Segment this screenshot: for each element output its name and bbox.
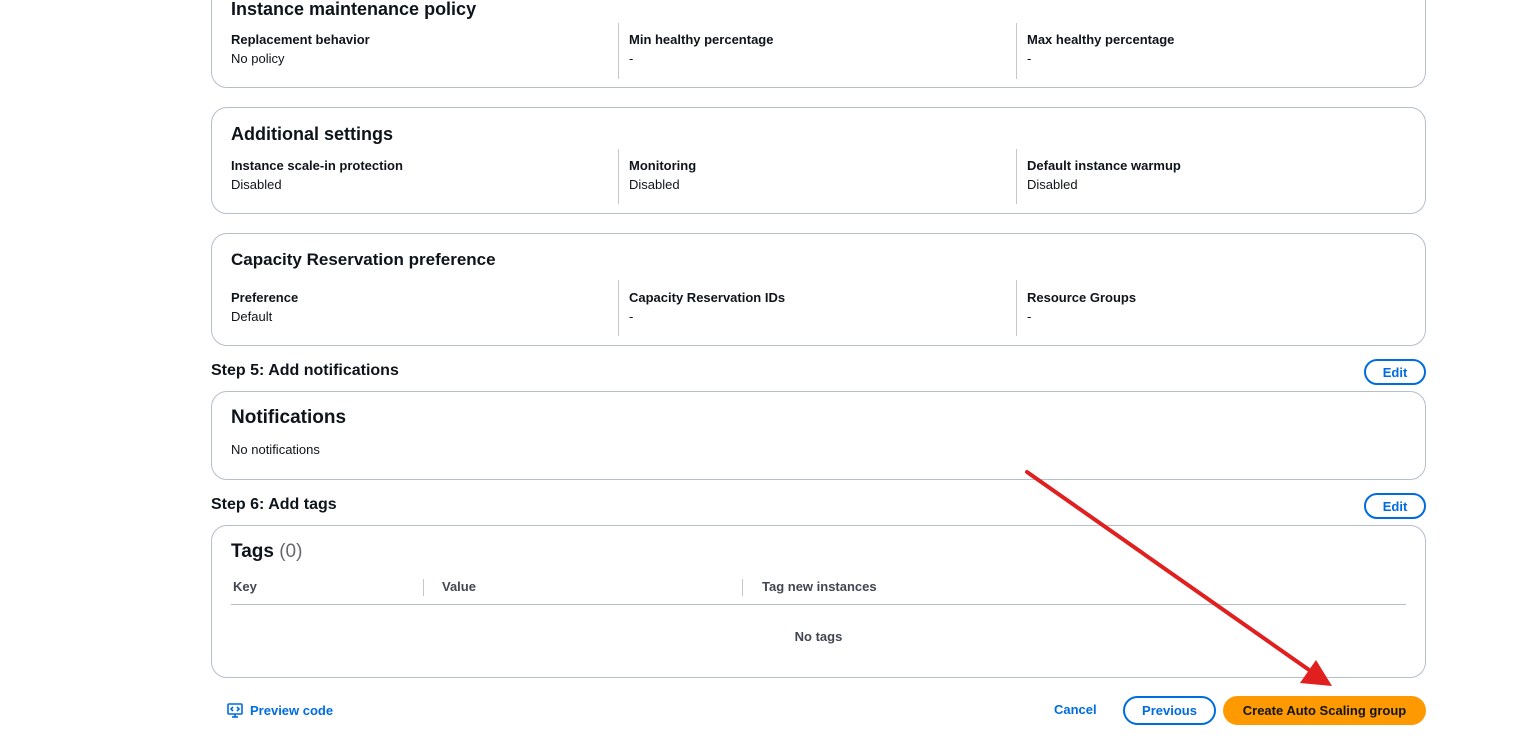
step6-edit-button[interactable]: Edit [1364,493,1426,519]
no-notifications-text: No notifications [231,442,320,457]
step5-title: Step 5: Add notifications [211,362,399,379]
field-label: Replacement behavior [231,32,370,47]
field-label: Default instance warmup [1027,158,1181,173]
cancel-button[interactable]: Cancel [1054,702,1097,717]
field-scale-in-protection: Instance scale-in protection Disabled [231,158,609,193]
column-divider [1016,149,1017,204]
field-label: Max healthy percentage [1027,32,1175,47]
field-value: - [1027,309,1032,324]
field-value: Disabled [629,177,680,192]
previous-button[interactable]: Previous [1123,696,1216,725]
notifications-card: Notifications No notifications [211,391,1426,480]
tags-count: (0) [279,541,303,562]
column-divider [618,280,619,336]
field-label: Preference [231,290,299,305]
column-header-tag-new-instances[interactable]: Tag new instances [762,579,877,594]
field-label: Capacity Reservation IDs [629,290,786,305]
card-title: Tags (0) [231,541,302,563]
field-value: Disabled [1027,177,1078,192]
step6-title: Step 6: Add tags [211,496,337,513]
column-divider [618,23,619,79]
field-resource-groups: Resource Groups - [1027,290,1405,325]
tags-title: Tags [231,541,274,562]
column-header-value[interactable]: Value [442,579,476,594]
preview-code-label: Preview code [250,702,334,718]
column-divider [1016,280,1017,336]
tags-card: Tags (0) Key Value Tag new instances No … [211,525,1426,678]
field-value: No policy [231,51,285,66]
card-title: Additional settings [231,124,393,144]
field-label: Resource Groups [1027,290,1137,305]
field-label: Instance scale-in protection [231,158,403,173]
preview-code-link[interactable]: Preview code [227,702,333,718]
field-monitoring: Monitoring Disabled [629,158,1007,193]
additional-settings-card: Additional settings Instance scale-in pr… [211,107,1426,214]
field-default-warmup: Default instance warmup Disabled [1027,158,1405,193]
column-divider [1016,23,1017,79]
column-header-key[interactable]: Key [233,579,257,594]
field-preference: Preference Default [231,290,609,325]
step5-edit-button[interactable]: Edit [1364,359,1426,385]
field-value: - [629,309,634,324]
column-divider [742,579,743,596]
no-tags-text: No tags [794,629,843,644]
field-replacement-behavior: Replacement behavior No policy [231,32,609,67]
capacity-reservation-card: Capacity Reservation preference Preferen… [211,233,1426,346]
field-max-healthy: Max healthy percentage - [1027,32,1405,67]
column-divider [618,149,619,204]
maintenance-policy-card: Instance maintenance policy Replacement … [211,0,1426,88]
field-label: Monitoring [629,158,697,173]
field-label: Min healthy percentage [629,32,774,47]
field-value: Disabled [231,177,282,192]
column-divider [423,579,424,596]
create-auto-scaling-group-button[interactable]: Create Auto Scaling group [1223,696,1426,725]
field-value: - [1027,51,1032,66]
table-header-rule [231,604,1406,605]
code-view-icon [227,702,243,718]
field-capacity-reservation-ids: Capacity Reservation IDs - [629,290,1007,325]
card-title: Instance maintenance policy [231,0,477,19]
card-title: Notifications [231,407,347,428]
field-min-healthy: Min healthy percentage - [629,32,1007,67]
field-value: - [629,51,634,66]
field-value: Default [231,309,273,324]
card-title: Capacity Reservation preference [231,250,496,269]
